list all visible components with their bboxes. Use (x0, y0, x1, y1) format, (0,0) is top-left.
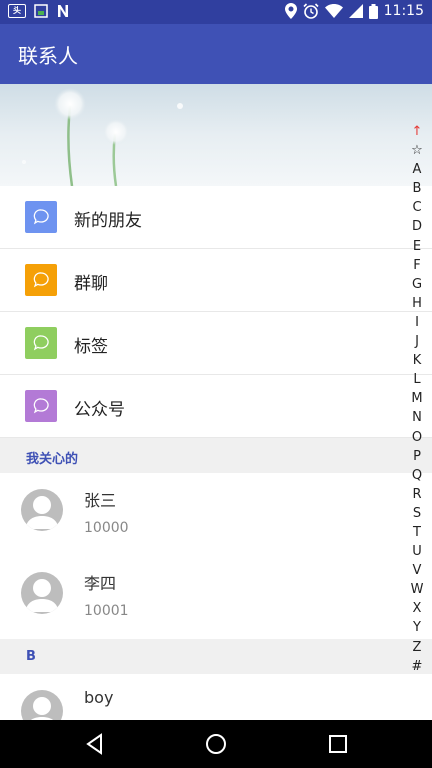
function-item-label: 群聊 (74, 274, 108, 294)
contact-list: 新的朋友 群聊 标签 公众号 我关心的 张三 10000 李四 10001 B … (0, 186, 432, 757)
index-letter[interactable]: I (407, 313, 427, 332)
status-time: 11:15 (383, 3, 424, 19)
index-letter[interactable]: W (407, 580, 427, 599)
avatar (21, 572, 63, 614)
function-item-label: 公众号 (74, 400, 125, 420)
function-item-official-accounts[interactable]: 公众号 (0, 375, 432, 438)
contact-name: 李四 (84, 574, 117, 593)
index-letter[interactable]: N (407, 408, 427, 427)
navigation-bar (0, 720, 432, 768)
contact-name: boy (84, 688, 114, 707)
contact-row[interactable]: 张三 10000 (0, 473, 432, 556)
index-letter[interactable]: O (407, 428, 427, 447)
index-letter[interactable]: T (407, 523, 427, 542)
index-letter[interactable]: M (407, 389, 427, 408)
index-letter[interactable]: # (407, 657, 427, 676)
index-letter[interactable]: F (407, 256, 427, 275)
news-icon: 头 (8, 4, 26, 18)
group-chat-chat-icon (25, 264, 57, 296)
index-letter[interactable]: R (407, 485, 427, 504)
index-letter[interactable]: S (407, 504, 427, 523)
index-letter[interactable]: P (407, 447, 427, 466)
index-letter[interactable]: V (407, 561, 427, 580)
index-letter[interactable]: ↑ (407, 122, 427, 141)
index-letter[interactable]: C (407, 198, 427, 217)
index-letter[interactable]: H (407, 294, 427, 313)
function-item-new-friends[interactable]: 新的朋友 (0, 186, 432, 249)
recents-icon[interactable] (326, 732, 350, 756)
section-header-favorites: 我关心的 (0, 438, 432, 473)
contact-name: 张三 (84, 491, 117, 510)
index-letter[interactable]: D (407, 217, 427, 236)
tags-chat-icon (25, 327, 57, 359)
index-letter[interactable]: K (407, 351, 427, 370)
index-letter[interactable]: ☆ (407, 141, 427, 160)
index-letter[interactable]: J (407, 332, 427, 351)
avatar (21, 489, 63, 531)
index-letter[interactable]: E (407, 237, 427, 256)
function-item-group-chat[interactable]: 群聊 (0, 249, 432, 312)
page-title: 联系人 (18, 44, 78, 68)
app-bar: 联系人 (0, 24, 432, 84)
section-header-b: B (0, 639, 432, 674)
index-letter[interactable]: Z (407, 638, 427, 657)
image-icon (34, 4, 48, 18)
n-icon (58, 5, 68, 17)
banner-image (0, 84, 432, 186)
new-friends-chat-icon (25, 201, 57, 233)
function-item-label: 新的朋友 (74, 211, 142, 231)
wifi-icon (324, 4, 343, 18)
contact-number: 10000 (84, 520, 129, 536)
back-icon[interactable] (83, 732, 107, 756)
function-item-label: 标签 (74, 337, 108, 357)
home-icon[interactable] (204, 732, 228, 756)
section-header-label: 我关心的 (26, 452, 79, 467)
status-bar: 头 11:15 (0, 0, 432, 24)
location-icon (284, 3, 297, 19)
contact-number: 10001 (84, 603, 129, 619)
battery-icon (368, 3, 378, 19)
function-item-tags[interactable]: 标签 (0, 312, 432, 375)
index-letter[interactable]: G (407, 275, 427, 294)
index-letter[interactable]: Q (407, 466, 427, 485)
alarm-icon (303, 3, 319, 19)
index-letter[interactable]: A (407, 160, 427, 179)
index-letter[interactable]: L (407, 370, 427, 389)
signal-icon (348, 4, 363, 18)
index-letter[interactable]: B (407, 179, 427, 198)
official-accounts-chat-icon (25, 390, 57, 422)
alphabet-index-bar[interactable]: ↑ ☆ A B C D E F G H I J K L M N O P Q R S T U V W X Y Z # (407, 122, 427, 676)
index-letter[interactable]: X (407, 599, 427, 618)
index-letter[interactable]: U (407, 542, 427, 561)
index-letter[interactable]: Y (407, 618, 427, 637)
contact-row[interactable]: 李四 10001 (0, 556, 432, 639)
section-header-label: B (26, 649, 36, 664)
